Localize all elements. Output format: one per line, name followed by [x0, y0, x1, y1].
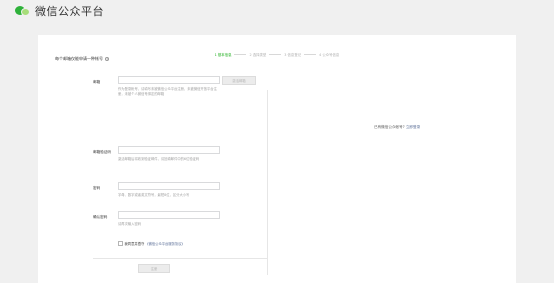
header: 微信公众平台 [0, 0, 554, 20]
service-agreement-link[interactable]: 《微信公众平台服务协议》 [145, 241, 185, 246]
agreement-row: 我同意并遵守 《微信公众平台服务协议》 [118, 241, 185, 246]
login-link[interactable]: 立即登录 [406, 125, 420, 129]
activate-email-button[interactable]: 激活邮箱 [222, 76, 256, 85]
help-icon[interactable]: ? [105, 57, 110, 61]
form-intro: 每个邮箱仅能申请一种帐号 ? [55, 56, 110, 62]
email-code-label: 邮箱验证码 [93, 150, 111, 154]
step-divider [304, 54, 317, 55]
step-progress: 1 基本信息 2 选择类型 3 信息登记 4 公众号信息 [38, 52, 516, 57]
password-field[interactable] [118, 182, 220, 190]
confirm-password-hint: 请再次输入密码 [118, 222, 142, 226]
confirm-password-label: 确认密码 [93, 215, 108, 219]
email-field[interactable] [118, 76, 220, 84]
email-hint: 作为登录帐号，请填写未被微信公众平台注册，未被微信开放平台注册，未被个人微信号绑… [118, 87, 217, 96]
agree-text: 我同意并遵守 [124, 242, 145, 246]
step-account-info: 4 公众号信息 [319, 53, 340, 57]
login-prompt: 已有微信公众帐号? 立即登录 [374, 125, 420, 130]
logo[interactable]: 微信公众平台 [15, 3, 104, 19]
step-select-type: 2 选择类型 [249, 53, 267, 57]
step-divider [269, 54, 282, 55]
form-divider [93, 258, 268, 259]
register-card: 1 基本信息 2 选择类型 3 信息登记 4 公众号信息 已有微信公众帐号? 立… [38, 35, 516, 283]
form-intro-text: 每个邮箱仅能申请一种帐号 [55, 56, 103, 61]
confirm-password-field[interactable] [118, 211, 220, 219]
register-button[interactable]: 注册 [138, 264, 170, 273]
password-hint: 字母、数字或者英文符号，最短8位，区分大小写 [118, 193, 190, 197]
email-code-hint: 激活邮箱后将收到验证邮件，请回填邮件中的6位验证码 [118, 157, 200, 161]
site-title: 微信公众平台 [35, 5, 104, 18]
wechat-logo-icon [15, 4, 31, 18]
agree-checkbox[interactable] [118, 241, 123, 246]
email-label: 邮箱 [93, 80, 101, 84]
step-info-registration: 3 信息登记 [284, 53, 302, 57]
password-label: 密码 [93, 186, 101, 190]
column-divider [267, 90, 268, 275]
step-divider [234, 54, 247, 55]
login-prompt-text: 已有微信公众帐号? [374, 125, 405, 129]
step-basic-info: 1 基本信息 [214, 53, 232, 57]
email-code-field[interactable] [118, 146, 220, 154]
